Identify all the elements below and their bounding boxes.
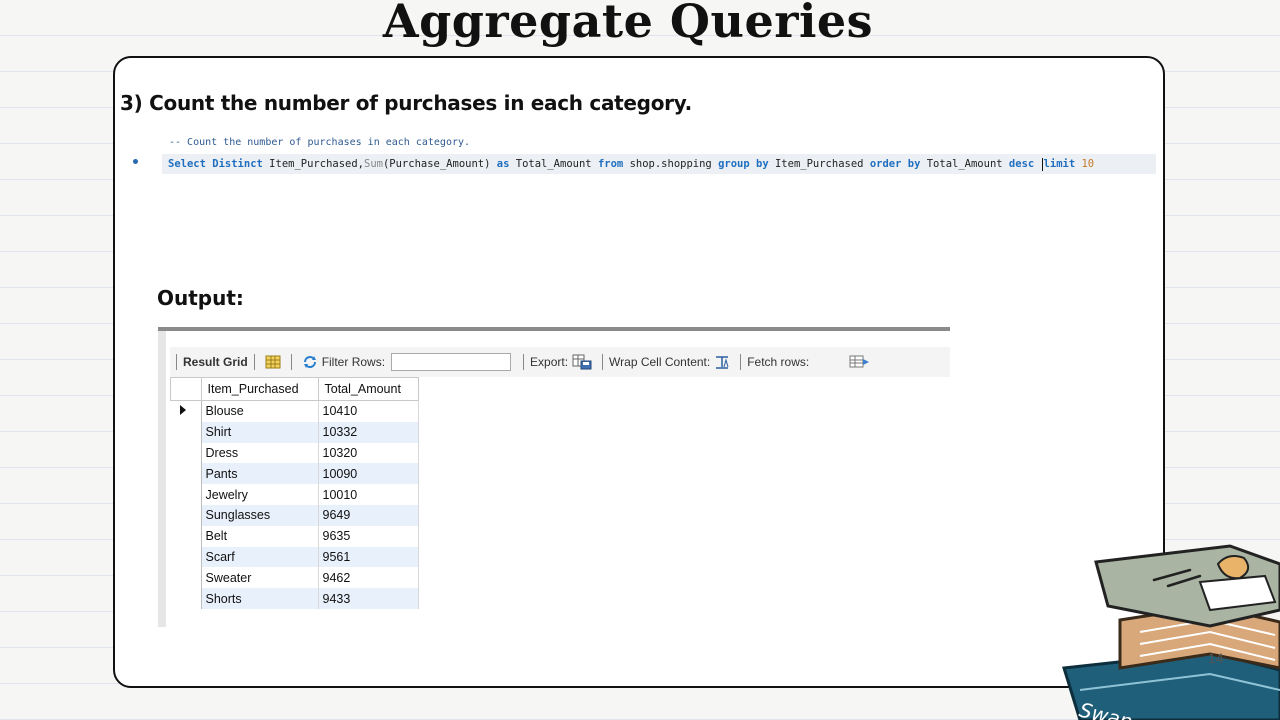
- page-number: 14: [1208, 650, 1224, 666]
- question-heading: 3) Count the number of purchases in each…: [120, 91, 692, 115]
- text-cursor: [1041, 157, 1043, 171]
- book-stack-illustration: Swan: [1062, 544, 1280, 720]
- export-icon[interactable]: [572, 354, 592, 370]
- sql-column: Item_Purchased: [774, 158, 864, 170]
- sql-keyword: as: [496, 158, 510, 170]
- cell-item-purchased[interactable]: Shorts: [201, 588, 319, 609]
- row-selector[interactable]: [170, 421, 202, 443]
- toolbar-separator: [253, 354, 255, 370]
- fetch-rows-label: Fetch rows:: [747, 355, 810, 369]
- sql-function: Sum: [364, 158, 383, 170]
- toolbar-separator: [176, 354, 177, 370]
- row-selector[interactable]: [170, 567, 202, 589]
- sql-table: shop.shopping: [629, 158, 712, 170]
- sql-number: 10: [1081, 158, 1095, 170]
- output-label: Output:: [157, 286, 244, 310]
- sql-argument: (Purchase_Amount): [382, 158, 491, 170]
- slide-title: Aggregate Queries: [382, 0, 874, 48]
- cell-item-purchased[interactable]: Blouse: [201, 400, 319, 422]
- cell-total-amount[interactable]: 10332: [318, 421, 419, 443]
- table-row[interactable]: Sweater 9462: [170, 567, 419, 589]
- grid-layout-icon[interactable]: [265, 355, 281, 369]
- result-grid-tab[interactable]: Result Grid: [183, 355, 248, 369]
- cell-total-amount[interactable]: 10010: [318, 484, 419, 505]
- panel-top-border: [158, 327, 950, 331]
- cell-item-purchased[interactable]: Jewelry: [201, 484, 319, 505]
- cell-item-purchased[interactable]: Pants: [201, 463, 319, 485]
- row-selector[interactable]: [170, 400, 202, 422]
- filter-rows-input[interactable]: [391, 353, 512, 371]
- row-marker-header: [170, 377, 202, 401]
- row-selector[interactable]: [170, 588, 202, 609]
- panel-left-gutter: [158, 331, 166, 627]
- fetch-rows-icon[interactable]: [849, 355, 871, 369]
- cell-total-amount[interactable]: 9649: [318, 504, 419, 526]
- row-selector[interactable]: [170, 525, 202, 547]
- table-row[interactable]: Belt 9635: [170, 525, 419, 547]
- current-row-arrow-icon: [179, 405, 186, 416]
- execution-bullet-icon: [133, 159, 138, 164]
- wrap-text-icon[interactable]: [714, 355, 730, 369]
- result-toolbar: Result Grid Filter Rows: Export: Wrap Ce…: [170, 347, 950, 377]
- sql-keyword: Distinct: [212, 158, 263, 170]
- wrap-cell-label: Wrap Cell Content:: [609, 355, 711, 369]
- export-label: Export:: [530, 355, 569, 369]
- cell-item-purchased[interactable]: Scarf: [201, 546, 319, 568]
- result-panel: Result Grid Filter Rows: Export: Wrap Ce…: [158, 327, 950, 627]
- toolbar-separator: [740, 354, 742, 370]
- table-row[interactable]: Scarf 9561: [170, 546, 419, 568]
- table-row[interactable]: Shorts 9433: [170, 588, 419, 609]
- cell-total-amount[interactable]: 9462: [318, 567, 419, 589]
- sql-keyword: desc: [1008, 158, 1035, 170]
- sql-comment: -- Count the number of purchases in each…: [169, 137, 471, 148]
- row-selector[interactable]: [170, 546, 202, 568]
- column-header-total-amount[interactable]: Total_Amount: [317, 377, 419, 401]
- toolbar-separator: [290, 354, 292, 370]
- cell-total-amount[interactable]: 9433: [318, 588, 419, 609]
- cell-total-amount[interactable]: 10320: [318, 442, 419, 464]
- sql-alias: Total_Amount: [515, 158, 592, 170]
- table-row[interactable]: Pants 10090: [170, 463, 419, 485]
- sql-keyword: from: [597, 158, 624, 170]
- toolbar-separator: [602, 354, 604, 370]
- sql-keyword: limit: [1043, 158, 1076, 170]
- sql-keyword: group by: [718, 158, 769, 170]
- table-row[interactable]: Blouse 10410: [170, 400, 419, 422]
- sql-column: Item_Purchased,: [269, 158, 364, 170]
- table-row[interactable]: Shirt 10332: [170, 421, 419, 443]
- table-row[interactable]: Sunglasses 9649: [170, 504, 419, 526]
- toolbar-separator: [523, 354, 525, 370]
- row-selector[interactable]: [170, 484, 202, 505]
- cell-item-purchased[interactable]: Shirt: [201, 421, 319, 443]
- column-header-item-purchased[interactable]: Item_Purchased: [200, 377, 319, 401]
- cell-total-amount[interactable]: 10090: [318, 463, 419, 485]
- refresh-icon[interactable]: [302, 355, 318, 369]
- row-selector[interactable]: [170, 442, 202, 464]
- cell-total-amount[interactable]: 10410: [318, 400, 419, 422]
- row-selector[interactable]: [170, 463, 202, 485]
- sql-query-line[interactable]: Select Distinct Item_Purchased,Sum(Purch…: [162, 154, 1156, 174]
- cell-total-amount[interactable]: 9635: [318, 525, 419, 547]
- cell-total-amount[interactable]: 9561: [318, 546, 419, 568]
- sql-keyword: Select: [168, 158, 206, 170]
- table-header-row: Item_Purchased Total_Amount: [170, 377, 419, 401]
- filter-rows-label: Filter Rows:: [321, 355, 386, 369]
- result-grid-table: Item_Purchased Total_Amount Blouse 10410…: [170, 377, 419, 609]
- cell-item-purchased[interactable]: Dress: [201, 442, 319, 464]
- table-row[interactable]: Jewelry 10010: [170, 484, 419, 505]
- cell-item-purchased[interactable]: Sunglasses: [201, 504, 319, 526]
- sql-column: Total_Amount: [926, 158, 1003, 170]
- cell-item-purchased[interactable]: Sweater: [201, 567, 319, 589]
- row-selector[interactable]: [170, 504, 202, 526]
- sql-keyword: order by: [869, 158, 921, 170]
- table-row[interactable]: Dress 10320: [170, 442, 419, 464]
- cell-item-purchased[interactable]: Belt: [201, 525, 319, 547]
